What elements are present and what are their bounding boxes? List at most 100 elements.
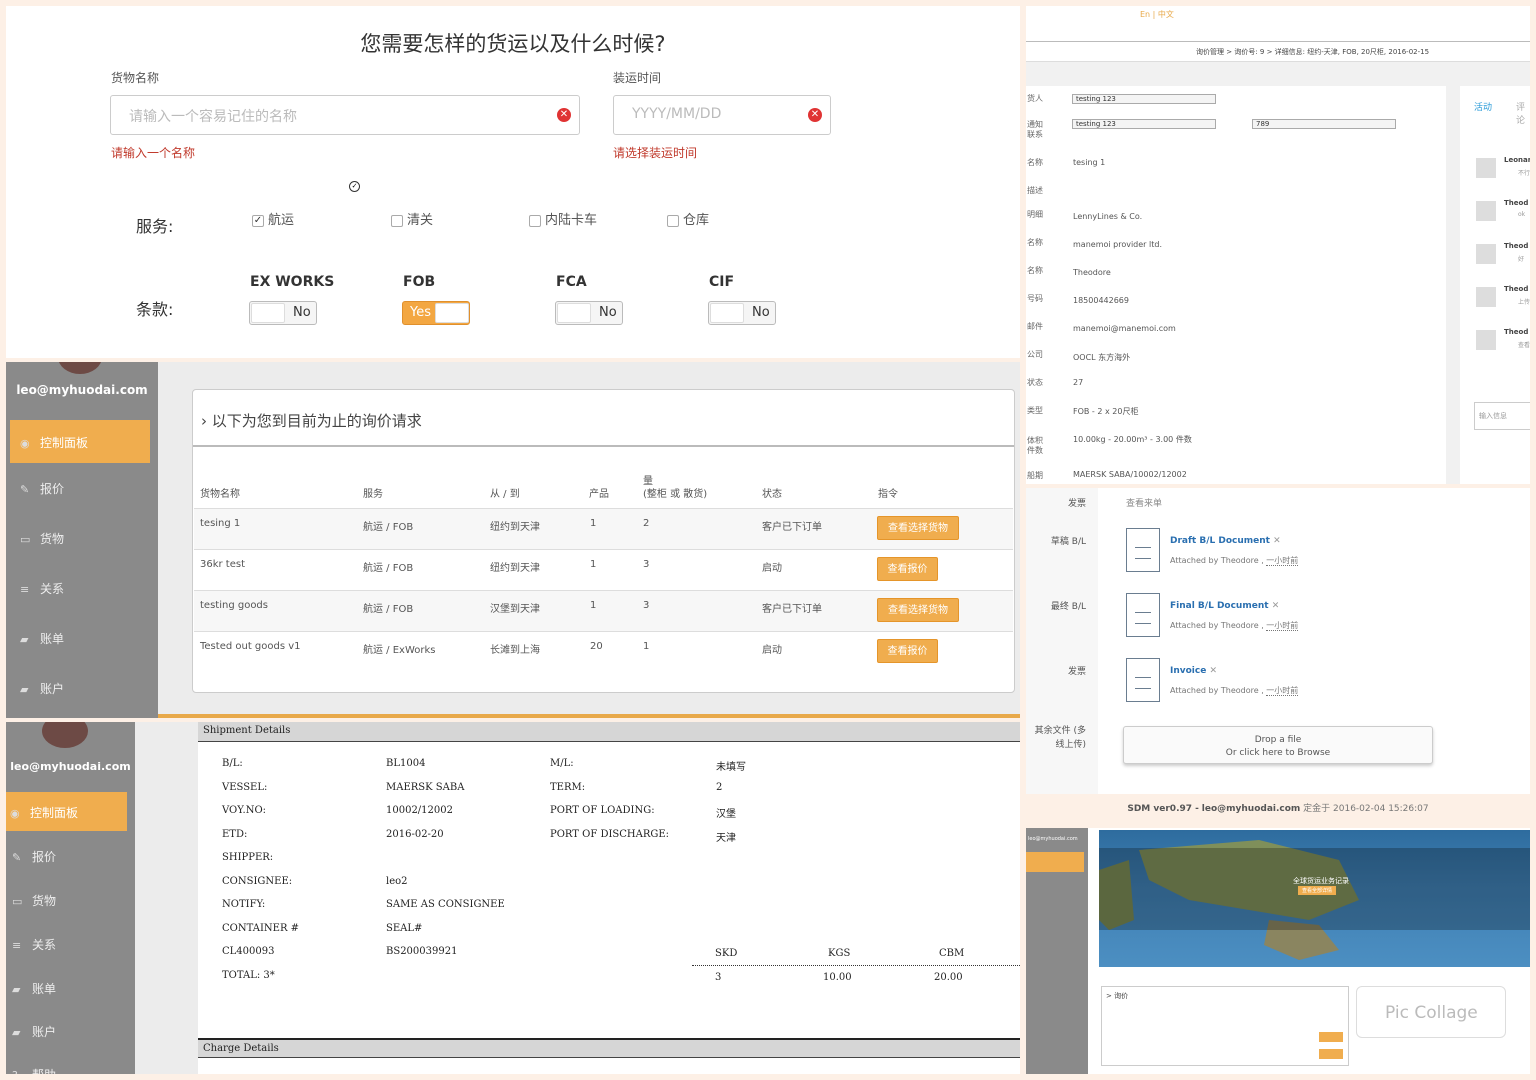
cell-service: 航运 / FOB: [363, 604, 414, 615]
nav-label: 账户: [32, 1025, 57, 1039]
comment-author: Theod: [1504, 328, 1529, 336]
cell-route: 纽约到天津: [490, 522, 540, 533]
avatar: [42, 722, 88, 748]
shipment-field-key: ETD:: [222, 828, 248, 840]
user-avatar-icon: [1476, 158, 1496, 178]
nav-account[interactable]: ▰ 账户: [6, 1023, 56, 1040]
table-row: testing goods 航运 / FOB 汉堡到天津 1 3 客户已下订单 …: [194, 590, 1013, 631]
term-cif-toggle[interactable]: No: [708, 301, 776, 325]
ship-date-input[interactable]: YYYY/MM/DD ✕: [613, 95, 831, 135]
term-fca-toggle[interactable]: No: [555, 301, 623, 325]
mini-quote-card: > 询价: [1101, 986, 1349, 1066]
tab-comments[interactable]: 评论: [1516, 100, 1530, 126]
nav-billing[interactable]: ▰ 账单: [6, 630, 64, 647]
mini-action-button[interactable]: [1319, 1032, 1343, 1042]
detail-field-value: OOCL 东方海外: [1073, 353, 1131, 362]
service-trucking-label: 内陆卡车: [545, 213, 598, 228]
shipment-panel: leo@myhuodai.com ◉ 控制面板 ✎ 报价 ▭ 货物 ≡ 关系 ▰ 账单 ▰…: [6, 722, 1020, 1074]
nav-quotes[interactable]: ✎ 报价: [6, 480, 64, 497]
user-avatar-icon: [1476, 287, 1496, 307]
service-shipping-checkbox[interactable]: ✓ 航运: [252, 209, 294, 228]
quote-requests-card: › 以下为您到目前为止的询价请求 货物名称 服务 从 / 到 产品 量 (整柜 …: [192, 389, 1015, 693]
totals-kgs: 10.00: [823, 972, 852, 983]
language-switch[interactable]: En | 中文: [1140, 9, 1174, 20]
view-selection-button[interactable]: 查看选择货物: [877, 516, 959, 540]
consignee-input[interactable]: testing 123: [1072, 94, 1216, 104]
term-fob-toggle[interactable]: Yes: [402, 301, 470, 325]
shipping-request-form: 您需要怎样的货运以及什么时候? 货物名称 请输入一个容易记住的名称 ✕ 请输入一…: [6, 6, 1020, 358]
nav-help[interactable]: ? 帮助: [6, 1066, 56, 1074]
cell-route: 汉堡到天津: [490, 604, 540, 615]
remove-file-icon[interactable]: ✕: [1209, 666, 1217, 676]
charge-header: Charge Details: [198, 1038, 1020, 1058]
detail-field-label: 名称: [1027, 158, 1043, 167]
nav-quotes[interactable]: ✎ 报价: [6, 848, 56, 865]
shipment-field-key: CL400093: [222, 946, 275, 957]
clear-date-icon[interactable]: ✕: [808, 108, 822, 122]
clear-cargo-icon[interactable]: ✕: [557, 108, 571, 122]
mini-action-button[interactable]: [1319, 1049, 1343, 1059]
nav-relations[interactable]: ≡ 关系: [6, 580, 64, 597]
remove-file-icon[interactable]: ✕: [1272, 601, 1280, 611]
comment-author: Theod: [1504, 285, 1529, 293]
user-email: leo@myhuodai.com: [10, 760, 131, 773]
nav-label: 报价: [32, 850, 57, 864]
nav-dashboard[interactable]: ◉ 控制面板: [6, 792, 127, 831]
notify-extra-input[interactable]: 789: [1252, 119, 1396, 129]
shipment-field-value: leo2: [386, 875, 408, 887]
tab-activity[interactable]: 活动: [1474, 100, 1492, 113]
pic-collage-watermark: Pic Collage: [1356, 986, 1506, 1038]
term-fob-label: FOB: [403, 274, 436, 290]
image-file-icon[interactable]: [1126, 658, 1160, 702]
document-file-icon[interactable]: [1126, 593, 1160, 637]
remove-file-icon[interactable]: ✕: [1273, 536, 1281, 546]
detail-field-label: 类型: [1027, 406, 1043, 415]
mini-nav-active[interactable]: [1026, 852, 1084, 872]
comment-input[interactable]: 输入信息: [1474, 402, 1530, 430]
col-status: 状态: [762, 489, 782, 500]
shipment-field-value: 汉堡: [716, 809, 736, 820]
document-name-link[interactable]: Invoice ✕: [1170, 666, 1217, 676]
cell-route: 长滩到上海: [490, 645, 540, 656]
view-selection-button[interactable]: 查看选择货物: [877, 598, 959, 622]
view-quote-button[interactable]: 查看报价: [877, 639, 938, 663]
other-files-label: 其余文件 (多线上传): [1034, 726, 1086, 750]
nav-billing[interactable]: ▰ 账单: [6, 980, 56, 997]
document-name-link[interactable]: Draft B/L Document ✕: [1170, 536, 1281, 546]
cell-products: 20: [590, 641, 603, 652]
attachment-info: Attached by Theodore , 一小时前: [1170, 555, 1299, 566]
service-warehouse-checkbox[interactable]: 仓库: [667, 209, 709, 228]
shipment-field-key: CONTAINER #: [222, 922, 300, 934]
file-drop-zone[interactable]: Drop a file Or click here to Browse: [1123, 726, 1433, 764]
cell-route: 纽约到天津: [490, 563, 540, 574]
nav-label: 账单: [40, 632, 65, 646]
ship-date-placeholder: YYYY/MM/DD: [632, 106, 722, 122]
term-exworks-toggle[interactable]: No: [249, 301, 317, 325]
comment-author: Leonar: [1504, 156, 1530, 164]
notify-input[interactable]: testing 123: [1072, 119, 1216, 129]
toggle-text: No: [599, 305, 617, 320]
service-customs-checkbox[interactable]: 清关: [391, 209, 433, 228]
term-exworks-label: EX WORKS: [250, 274, 335, 290]
nav-cargo[interactable]: ▭ 货物: [6, 530, 64, 547]
document-file-icon[interactable]: [1126, 528, 1160, 572]
nav-relations[interactable]: ≡ 关系: [6, 936, 56, 953]
document-name-link[interactable]: Final B/L Document ✕: [1170, 601, 1279, 611]
dotted-divider: [692, 965, 1020, 966]
cargo-name-input[interactable]: 请输入一个容易记住的名称 ✕: [110, 95, 580, 135]
footer-user: leo@myhuodai.com: [1201, 804, 1301, 814]
invoice-top-label: 发票: [1067, 499, 1086, 509]
sidebar: leo@myhuodai.com ◉ 控制面板 ✎ 报价 ▭ 货物 ≡ 关系 ▰ 账单 ▰…: [6, 362, 158, 718]
service-trucking-checkbox[interactable]: 内陆卡车: [529, 209, 597, 228]
user-avatar-icon: [1476, 330, 1496, 350]
shipment-field-value: SEAL#: [386, 922, 423, 934]
map-detail-button[interactable]: 查看全部详情: [1298, 886, 1337, 895]
toggle-knob: [435, 303, 469, 323]
nav-cargo[interactable]: ▭ 货物: [6, 892, 56, 909]
nav-dashboard[interactable]: ◉ 控制面板: [10, 420, 150, 463]
shipment-field-key: PORT OF LOADING:: [550, 805, 655, 816]
view-documents-link[interactable]: 查看来单: [1126, 496, 1162, 509]
nav-account[interactable]: ▰ 账户: [6, 680, 64, 697]
view-quote-button[interactable]: 查看报价: [877, 557, 938, 581]
comment-text: 好: [1518, 256, 1525, 263]
